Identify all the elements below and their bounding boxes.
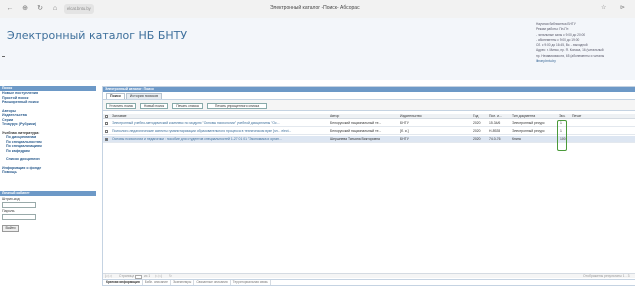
print-simple-list-button[interactable]: Печать упрощенного списка (207, 103, 267, 109)
copies-highlight (557, 120, 567, 151)
tab-bib-description[interactable]: Библ. описание (143, 280, 171, 285)
row-checkbox[interactable] (105, 138, 108, 141)
table-header: Заглавие Автор Издательство Год Пол. и..… (103, 114, 635, 119)
detail-tabs: Краткая информация Библ. описание Экземп… (103, 279, 635, 285)
cell-shelf: Н-8928 (489, 129, 501, 133)
page-number-input[interactable] (135, 274, 142, 279)
cell-title[interactable]: Электронный учебно-методический комплекс… (112, 120, 327, 127)
cell-author: Белорусский национальный те... (330, 129, 382, 133)
results-panel-header: Электронный каталог: Поиск (103, 87, 635, 92)
cell-publisher: БНТУ (400, 137, 409, 141)
browser-toolbar: ← ⊕ ↻ ⌂ elcat.bntu.by Электронный катало… (0, 0, 635, 18)
divider (2, 56, 5, 57)
row-checkbox[interactable] (105, 122, 108, 125)
reload-icon[interactable]: ↻ (35, 4, 45, 14)
cell-title[interactable]: Психолого-педагогические аспекты гуманит… (112, 128, 327, 135)
row-checkbox[interactable] (105, 130, 108, 133)
new-search-button[interactable]: Новый поиск (140, 103, 168, 109)
extension-icon[interactable]: ⊳ (620, 4, 625, 11)
column-shelf[interactable]: Пол. и... (489, 114, 506, 119)
column-publisher[interactable]: Издательство (400, 114, 460, 119)
cell-year: 2020 (473, 121, 481, 125)
column-copies[interactable]: Экз. (559, 114, 567, 119)
tab-related[interactable]: Связанные описания (194, 280, 231, 285)
column-doc-type[interactable]: Тип документа (512, 114, 552, 119)
cell-doc-type: Электронный ресурс (512, 129, 545, 133)
sidebar: Поиск Новые поступления Простой поиск Ра… (0, 86, 96, 232)
library-info: Научная библиотека БНТУ Режим работы: Пн… (536, 22, 635, 64)
cell-doc-type: Электронный ресурс (512, 121, 545, 125)
select-all-checkbox[interactable] (105, 115, 108, 118)
cell-author: Белорусский национальный те... (330, 121, 382, 125)
password-input[interactable] (2, 213, 36, 220)
barcode-label: Штрих-код (2, 196, 20, 201)
tab-copies[interactable]: Экземпляры (171, 280, 195, 285)
column-title[interactable]: Заглавие (112, 114, 327, 119)
cell-doc-type: Книга (512, 137, 521, 141)
cell-publisher: [б. и.] (400, 129, 409, 133)
print-list-button[interactable]: Печать списка (172, 103, 203, 109)
cell-publisher: БНТУ (400, 121, 409, 125)
cell-shelf: 74.0-76 (489, 137, 501, 141)
refine-search-button[interactable]: Уточнить поиск (106, 103, 136, 109)
tab-brief-info[interactable]: Краткая информация (104, 280, 143, 285)
forward-icon[interactable]: ⊕ (20, 4, 30, 14)
address-bar[interactable]: elcat.bntu.by (64, 4, 94, 14)
cell-year: 2020 (473, 137, 481, 141)
table-row[interactable]: Основы психологии и педагогики : пособие… (103, 136, 635, 143)
site-title: Электронный каталог НБ БНТУ (7, 29, 188, 42)
pagination-bar: |◁ ◁ Страница из 1 ▷ ▷| ↻ Отображены рез… (103, 273, 635, 279)
column-print[interactable]: Печат (572, 114, 597, 119)
results-toolbar: Уточнить поиск Новый поиск Печать списка… (103, 99, 635, 111)
cabinet-panel-header[interactable]: Личный кабинет (0, 190, 96, 196)
table-row[interactable]: Психолого-педагогические аспекты гуманит… (103, 128, 635, 135)
cell-year: 2020 (473, 129, 481, 133)
barcode-input[interactable] (2, 201, 36, 208)
table-row[interactable]: Электронный учебно-методический комплекс… (103, 120, 635, 127)
column-author[interactable]: Автор (330, 114, 390, 119)
bookmark-icon[interactable]: ☆ (601, 4, 606, 11)
cell-shelf: 15.34/6 (489, 121, 501, 125)
column-year[interactable]: Год (473, 114, 485, 119)
page-tab-title: Электронный каталог -Поиск- Абсорас (270, 5, 360, 11)
login-button[interactable]: Войти (2, 224, 19, 232)
cell-author: Шершнева Татьяна Викторовна (330, 137, 380, 141)
library-link[interactable]: library.bntu.by (536, 59, 635, 64)
home-icon[interactable]: ⌂ (50, 4, 60, 14)
back-icon[interactable]: ← (5, 4, 15, 14)
site-header: Электронный каталог НБ БНТУ Научная библ… (0, 18, 635, 80)
password-label: Пароль (2, 208, 15, 213)
tab-territorial[interactable]: Территориальная связь (231, 280, 271, 285)
results-panel: Электронный каталог: Поиск Поиск История… (102, 86, 635, 286)
cell-title[interactable]: Основы психологии и педагогики : пособие… (112, 136, 327, 143)
